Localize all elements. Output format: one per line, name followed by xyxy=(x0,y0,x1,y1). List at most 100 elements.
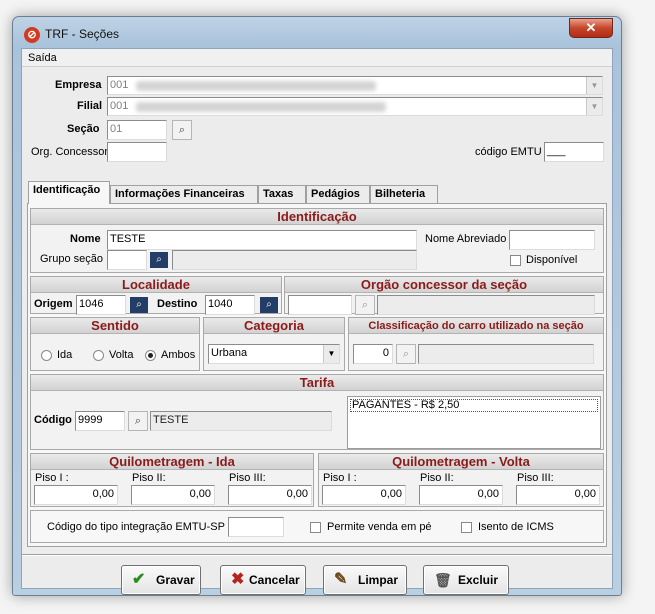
tarifa-list[interactable]: PAGANTES - R$ 2,50 xyxy=(347,396,601,449)
filial-dropdown-icon[interactable]: ▼ xyxy=(586,98,602,115)
categoria-select[interactable]: Urbana ▼ xyxy=(208,344,340,364)
tab-identificacao[interactable]: Identificação xyxy=(28,181,110,204)
main-window: ⊘ TRF - Seções ✕ Saída Empresa 001 ▼ Fil… xyxy=(12,16,622,596)
binoculars-icon: ⌕ xyxy=(150,252,168,268)
empresa-combo[interactable]: 001 ▼ xyxy=(107,76,603,95)
tab-informacoes-financeiras[interactable]: Informações Financeiras xyxy=(110,185,258,203)
km-ida-piso3-input[interactable]: 0,00 xyxy=(228,485,312,505)
cancelar-button[interactable]: ✖ Cancelar xyxy=(220,565,306,595)
isento-icms-label: Isento de ICMS xyxy=(478,521,554,533)
secao-search-button[interactable]: ⌕ xyxy=(172,120,192,140)
permite-venda-checkbox[interactable] xyxy=(310,522,321,533)
km-volta-title: Quilometragem - Volta xyxy=(319,454,603,470)
km-ida-piso1-input[interactable]: 0,00 xyxy=(34,485,118,505)
sentido-ambos-radio[interactable] xyxy=(145,350,156,361)
gravar-button[interactable]: ✔ Gravar xyxy=(121,565,201,595)
tab-label: Pedágios xyxy=(311,188,360,200)
limpar-button[interactable]: ✎ Limpar xyxy=(323,565,407,595)
list-item[interactable]: PAGANTES - R$ 2,50 xyxy=(350,399,598,412)
x-icon: ✖ xyxy=(231,571,245,588)
km-volta-piso1-input[interactable]: 0,00 xyxy=(322,485,406,505)
tarifa-codigo-input[interactable]: 9999 xyxy=(75,411,125,431)
broom-icon: ✎ xyxy=(334,571,348,588)
origem-value: 1046 xyxy=(79,298,104,310)
destino-input[interactable]: 1040 xyxy=(205,295,255,315)
secao-label: Seção xyxy=(67,123,100,135)
menu-item-saida[interactable]: Saída xyxy=(28,52,57,64)
orgao-code-input[interactable] xyxy=(288,295,352,315)
filial-combo[interactable]: 001 ▼ xyxy=(107,97,603,116)
origem-input[interactable]: 1046 xyxy=(76,295,126,315)
integracao-input[interactable] xyxy=(228,517,284,537)
sentido-ida-radio[interactable] xyxy=(41,350,52,361)
km-ida-piso2-input[interactable]: 0,00 xyxy=(131,485,215,505)
secao-input[interactable]: 01 xyxy=(107,120,167,140)
km-volta-piso3-input[interactable]: 0,00 xyxy=(516,485,600,505)
km-volta-piso2-label: Piso II: xyxy=(420,472,454,484)
classificacao-search-button[interactable]: ⌕ xyxy=(396,344,416,364)
categoria-dropdown-icon[interactable]: ▼ xyxy=(323,345,339,363)
tarifa-codigo-value: 9999 xyxy=(78,414,103,426)
km-volta-piso2-input[interactable]: 0,00 xyxy=(419,485,503,505)
options-panel: Código do tipo integração EMTU-SP Permit… xyxy=(30,510,604,543)
org-concessor-input[interactable] xyxy=(107,142,167,162)
tarifa-codigo-desc: TESTE xyxy=(150,411,332,431)
empresa-label: Empresa xyxy=(55,79,102,91)
sentido-ambos-label: Ambos xyxy=(161,349,196,361)
km-ida-title: Quilometragem - Ida xyxy=(31,454,313,470)
footer-separator xyxy=(22,554,612,556)
destino-search-button[interactable]: ⌕ xyxy=(259,295,279,315)
limpar-label: Limpar xyxy=(358,573,399,587)
binoculars-icon: ⌕ xyxy=(134,414,142,427)
nome-input[interactable]: TESTE xyxy=(107,230,417,250)
km-ida-piso2-value: 0,00 xyxy=(189,488,211,500)
destino-value: 1040 xyxy=(208,298,233,310)
gravar-label: Gravar xyxy=(156,573,195,587)
km-ida-piso3-label: Piso III: xyxy=(229,472,266,484)
km-ida-panel: Quilometragem - Ida Piso I : Piso II: Pi… xyxy=(30,453,314,507)
km-ida-piso2-label: Piso II: xyxy=(132,472,166,484)
empresa-redacted xyxy=(136,81,376,91)
nome-abreviado-input[interactable] xyxy=(509,230,595,250)
origem-search-button[interactable]: ⌕ xyxy=(129,295,149,315)
codigo-emtu-value: ___ xyxy=(547,145,566,157)
tarifa-panel: Tarifa Código 9999 ⌕ TESTE PAGANTES - R$… xyxy=(30,374,604,450)
isento-icms-checkbox[interactable] xyxy=(461,522,472,533)
grupo-secao-input[interactable] xyxy=(107,250,147,270)
filial-redacted xyxy=(136,102,386,112)
classificacao-title: Classificação do carro utilizado na seçã… xyxy=(349,318,603,334)
empresa-value: 001 xyxy=(110,79,129,91)
codigo-emtu-input[interactable]: ___ xyxy=(544,142,604,162)
classificacao-input[interactable]: 0 xyxy=(353,344,393,364)
identificacao-panel: Identificação Nome TESTE Nome Abreviado … xyxy=(30,208,604,273)
tarifa-search-button[interactable]: ⌕ xyxy=(128,411,148,431)
sentido-ida-label: Ida xyxy=(57,349,73,361)
tab-pedagios[interactable]: Pedágios xyxy=(306,185,370,203)
app-icon: ⊘ xyxy=(24,27,40,43)
tab-taxas[interactable]: Taxas xyxy=(258,185,306,203)
nome-value: TESTE xyxy=(110,233,146,245)
binoculars-icon: ⌕ xyxy=(130,297,148,313)
origem-label: Origem xyxy=(34,298,73,310)
empresa-dropdown-icon[interactable]: ▼ xyxy=(586,77,602,94)
tab-page-identificacao: Identificação Nome TESTE Nome Abreviado … xyxy=(27,203,607,547)
disponivel-label: Disponível xyxy=(526,254,578,266)
grupo-secao-search-button[interactable]: ⌕ xyxy=(149,250,169,270)
close-button[interactable]: ✕ xyxy=(569,18,613,38)
orgao-desc xyxy=(377,295,595,315)
excluir-button[interactable]: 🗑 Excluir xyxy=(423,565,509,595)
km-volta-piso2-value: 0,00 xyxy=(477,488,499,500)
excluir-label: Excluir xyxy=(458,573,499,587)
classificacao-desc xyxy=(418,344,594,364)
sentido-volta-radio[interactable] xyxy=(93,350,104,361)
tab-bilheteria[interactable]: Bilheteria xyxy=(370,185,438,203)
binoculars-icon: ⌕ xyxy=(260,297,278,313)
orgao-search-button[interactable]: ⌕ xyxy=(355,295,375,315)
title-bar[interactable]: ⊘ TRF - Seções ✕ xyxy=(13,17,621,51)
classificacao-value: 0 xyxy=(382,347,389,359)
check-icon: ✔ xyxy=(132,571,146,588)
disponivel-checkbox[interactable] xyxy=(510,255,521,266)
binoculars-icon: ⌕ xyxy=(402,347,410,360)
km-ida-piso1-label: Piso I : xyxy=(35,472,69,484)
categoria-panel: Categoria Urbana ▼ xyxy=(203,317,345,371)
